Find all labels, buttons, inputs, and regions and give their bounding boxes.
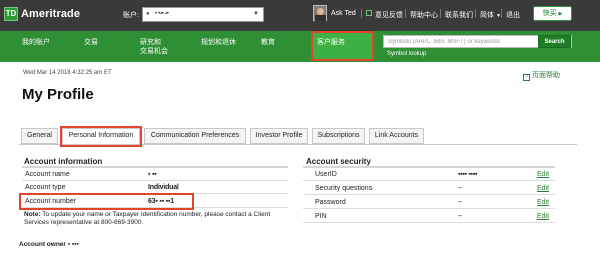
- tab-highlight: [60, 126, 142, 147]
- section-rule: [303, 166, 555, 168]
- td-logo[interactable]: TD: [4, 7, 18, 21]
- security-questions-label: Security questions: [315, 185, 373, 192]
- nav-item-my-account[interactable]: 我的账户: [22, 38, 50, 47]
- table-row: UserID ▪▪▪▪ ▪▪▪▪ Edit: [303, 169, 555, 181]
- account-name-value: ▪ ▪▪: [148, 171, 157, 178]
- contact-link[interactable]: 联系我们: [445, 10, 473, 20]
- tab-link-accounts[interactable]: Link Accounts: [369, 128, 424, 144]
- page-datetime: Wed Mar 14 2018 4:32:25 am ET: [23, 70, 112, 76]
- search-input[interactable]: [384, 36, 539, 47]
- account-label: 账户:: [123, 12, 139, 19]
- trade-arrow-icon: ▶: [558, 11, 563, 17]
- search-box: Search: [383, 35, 572, 48]
- person-icon: ●: [146, 11, 150, 17]
- divider: [501, 9, 502, 18]
- account-owner-value: ▪ ▪▪▪: [65, 241, 79, 248]
- logout-link[interactable]: 退出: [506, 10, 520, 20]
- search-button[interactable]: Search: [538, 35, 571, 48]
- page-title: My Profile: [22, 86, 94, 103]
- edit-pin-link[interactable]: Edit: [537, 213, 549, 220]
- password-value: --: [458, 199, 463, 206]
- password-label: Password: [315, 199, 346, 206]
- nav-item-education[interactable]: 教育: [261, 38, 275, 47]
- edit-password-link[interactable]: Edit: [537, 199, 549, 206]
- help-center-link[interactable]: 帮助中心: [410, 10, 438, 20]
- tab-general[interactable]: General: [21, 128, 58, 144]
- account-number-highlight: [19, 193, 194, 210]
- table-row: Account name ▪ ▪▪: [22, 169, 288, 181]
- security-questions-value: --: [458, 185, 463, 192]
- table-row: Password -- Edit: [303, 197, 555, 209]
- account-name-label: Account name: [25, 171, 70, 178]
- ask-ted-link[interactable]: Ask Ted: [331, 10, 356, 17]
- quick-trade-label: 快买: [542, 10, 557, 17]
- account-type-value: Individual: [148, 184, 179, 191]
- help-icon: ?: [523, 74, 530, 81]
- note-text: To update your name or Taxpayer Identifi…: [24, 211, 271, 226]
- page-help-link[interactable]: ? 页面帮助: [523, 70, 560, 81]
- tab-communication-preferences[interactable]: Communication Preferences: [144, 128, 246, 144]
- edit-userid-link[interactable]: Edit: [537, 171, 549, 178]
- account-select-value: • •▪• ▪•: [155, 11, 169, 17]
- divider: [361, 9, 362, 18]
- divider: [440, 9, 441, 18]
- userid-label: UserID: [315, 171, 337, 178]
- divider: [405, 9, 406, 18]
- note-label: Note:: [24, 211, 41, 218]
- quick-trade-button[interactable]: 快买 ▶: [533, 6, 572, 21]
- account-owner: Account owner ▪ ▪▪▪: [19, 241, 79, 248]
- brand-name[interactable]: Ameritrade: [21, 7, 80, 21]
- update-name-note: Note: To update your name or Taxpayer Id…: [24, 211, 286, 227]
- account-owner-label: Account owner: [19, 241, 66, 248]
- table-row: PIN -- Edit: [303, 211, 555, 223]
- account-information-title: Account information: [24, 157, 103, 166]
- nav-item-customer-service[interactable]: 客户服务: [317, 38, 345, 47]
- chevron-down-icon: ▼: [253, 11, 259, 17]
- table-row: Security questions -- Edit: [303, 183, 555, 195]
- top-header: TD Ameritrade 账户: ● • •▪• ▪• ▼ Ask Ted 意…: [0, 0, 600, 31]
- tab-investor-profile[interactable]: Investor Profile: [250, 128, 308, 144]
- ask-ted-avatar[interactable]: [313, 5, 327, 21]
- account-select[interactable]: ● • •▪• ▪• ▼: [142, 7, 264, 22]
- page-help-label: 页面帮助: [532, 72, 560, 79]
- account-security-title: Account security: [306, 157, 371, 166]
- nav-item-planning[interactable]: 规划和退休: [201, 38, 236, 47]
- avatar-head: [317, 8, 324, 15]
- pin-label: PIN: [315, 213, 327, 220]
- divider: [475, 9, 476, 18]
- nav-item-trade[interactable]: 交易: [84, 38, 98, 47]
- symbol-lookup-link[interactable]: Symbol lookup: [387, 51, 426, 57]
- edit-security-questions-link[interactable]: Edit: [537, 185, 549, 192]
- feedback-link[interactable]: 意见反馈: [375, 10, 403, 20]
- userid-value: ▪▪▪▪ ▪▪▪▪: [458, 171, 478, 178]
- language-label: 简体: [480, 12, 494, 19]
- feedback-icon: [366, 10, 372, 16]
- pin-value: --: [458, 213, 463, 220]
- avatar-body: [315, 15, 326, 21]
- language-select[interactable]: 简体 ▼: [480, 10, 501, 20]
- nav-item-research[interactable]: 研究和 交易机会: [140, 38, 168, 56]
- account-type-label: Account type: [25, 184, 66, 191]
- tab-subscriptions[interactable]: Subscriptions: [312, 128, 365, 144]
- section-rule: [22, 166, 288, 168]
